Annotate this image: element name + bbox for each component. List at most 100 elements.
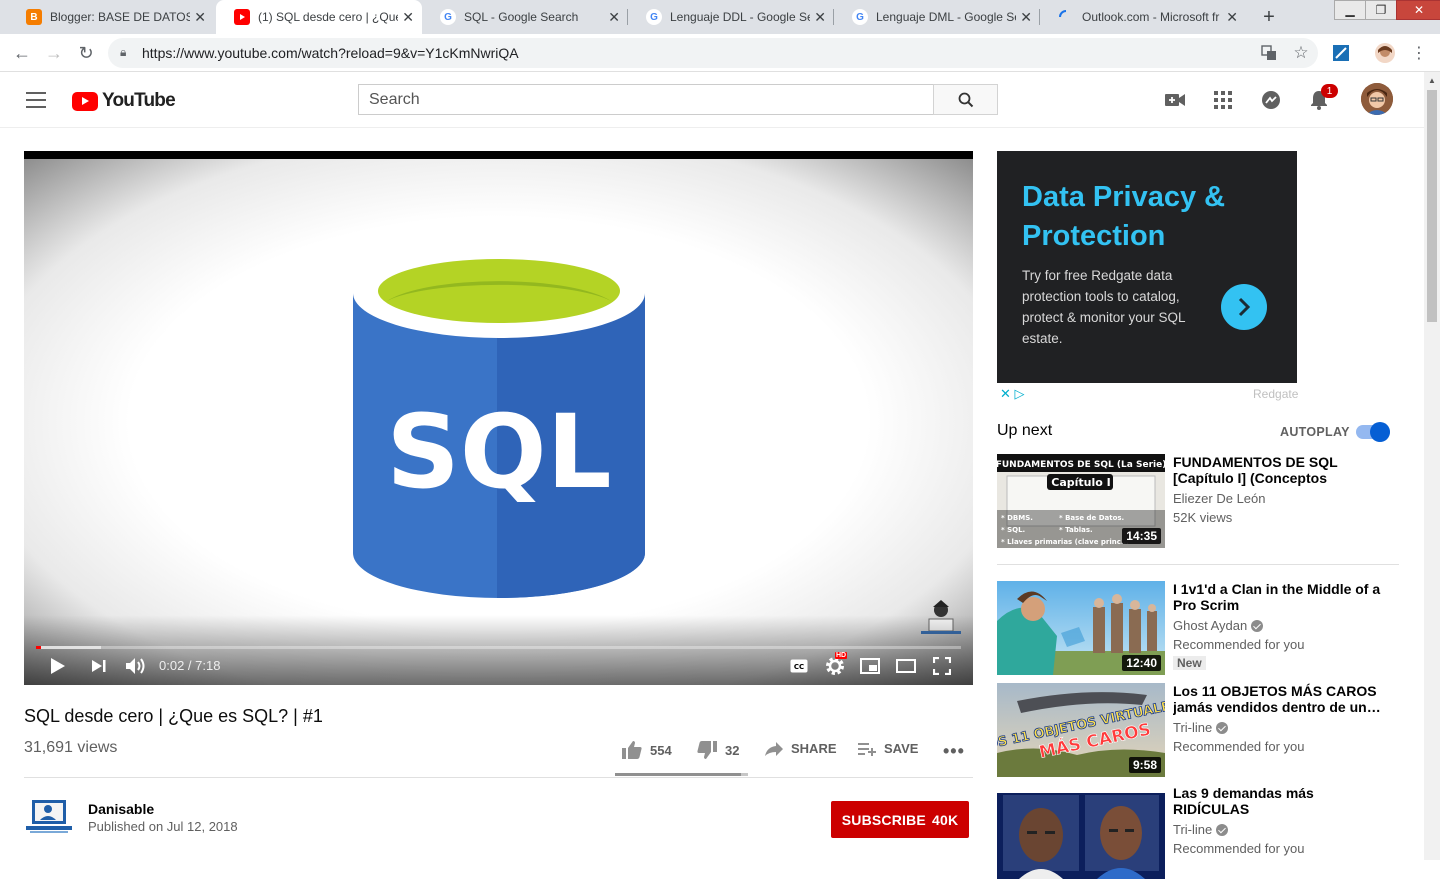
channel-avatar[interactable] (26, 798, 72, 836)
address-bar[interactable]: 🔒︎ https://www.youtube.com/watch?reload=… (108, 38, 1318, 68)
theater-mode-button[interactable] (896, 655, 916, 677)
account-avatar[interactable] (1361, 83, 1393, 115)
recommended-video[interactable]: 12:40 I 1v1'd a Clan in the Middle of a … (997, 581, 1399, 675)
play-button[interactable] (50, 655, 66, 677)
video-title[interactable]: Los 11 OBJETOS MÁS CAROS jamás vendidos … (1173, 683, 1383, 715)
tab-outlook[interactable]: Outlook.com - Microsoft fr ✕ (1040, 0, 1246, 34)
hd-badge-icon: HD (835, 652, 848, 659)
thumb-text: * DBMS. (1001, 514, 1033, 522)
video-thumbnail[interactable]: LOS 11 OBJETOS VIRTUALES MÁS CAROS 9:58 (997, 683, 1165, 777)
tab-blogger[interactable]: B Blogger: BASE DE DATOS - ✕ (8, 0, 214, 34)
restore-window-button[interactable]: ❐ (1365, 0, 1397, 20)
subtitles-button[interactable]: CC (790, 655, 808, 677)
next-video-button[interactable] (91, 655, 107, 677)
scrollbar-thumb[interactable] (1427, 90, 1437, 322)
close-tab-icon[interactable]: ✕ (402, 9, 414, 26)
minimize-window-button[interactable]: ▁ (1334, 0, 1366, 20)
play-icon (51, 658, 65, 674)
view-count: 31,691 views (24, 739, 118, 756)
close-window-button[interactable]: ✕ (1396, 0, 1440, 20)
ad-headline: Data Privacy & Protection (1022, 181, 1226, 252)
youtube-logo[interactable]: YouTube (72, 90, 176, 112)
subscribe-button[interactable]: SUBSCRIBE 40K (831, 801, 969, 838)
toggle-knob (1370, 422, 1390, 442)
extension-icon[interactable] (1330, 42, 1352, 64)
new-tab-button[interactable]: + (1255, 5, 1283, 29)
tab-ddl-search[interactable]: G Lenguaje DDL - Google Se ✕ (628, 0, 834, 34)
sidebar-ad[interactable]: Data Privacy & Protection Try for free R… (997, 151, 1297, 383)
channel-name[interactable]: Danisable (88, 801, 154, 817)
tab-title: Outlook.com - Microsoft fr (1082, 10, 1220, 24)
settings-button[interactable]: HD (825, 652, 848, 677)
verified-check-icon (1216, 721, 1229, 734)
up-next-video[interactable]: FUNDAMENTOS DE SQL (La Serie) Capítulo I… (997, 454, 1399, 548)
mute-button[interactable] (125, 655, 147, 677)
close-tab-icon[interactable]: ✕ (1226, 9, 1238, 26)
divider (997, 564, 1399, 565)
google-icon: G (852, 9, 868, 25)
translate-icon[interactable] (1258, 42, 1280, 64)
search-button[interactable] (933, 84, 998, 115)
like-button[interactable]: 554 (622, 741, 672, 759)
close-tab-icon[interactable]: ✕ (814, 9, 826, 26)
tab-dml-search[interactable]: G Lenguaje DML - Google Se ✕ (834, 0, 1040, 34)
share-button[interactable]: SHARE (765, 741, 837, 756)
video-channel: Eliezer De León (1173, 491, 1266, 506)
create-video-icon[interactable] (1163, 88, 1187, 112)
video-title[interactable]: I 1v1'd a Clan in the Middle of a Pro Sc… (1173, 581, 1383, 613)
channel-name: Ghost Aydan (1173, 618, 1248, 633)
more-actions-icon[interactable]: ••• (943, 741, 965, 762)
close-tab-icon[interactable]: ✕ (1020, 9, 1032, 26)
outlook-loading-icon (1058, 9, 1074, 25)
fullscreen-button[interactable] (933, 655, 951, 677)
theater-mode-icon (896, 659, 916, 673)
messages-icon[interactable] (1259, 88, 1283, 112)
reload-icon[interactable]: ↻ (74, 42, 98, 64)
tab-sql-search[interactable]: G SQL - Google Search ✕ (422, 0, 628, 34)
svg-text:CC: CC (794, 663, 804, 671)
video-thumbnail[interactable]: 12:40 (997, 581, 1165, 675)
played-bar (36, 646, 41, 649)
youtube-wordmark: YouTube (102, 90, 176, 111)
skip-next-icon (92, 660, 106, 672)
close-tab-icon[interactable]: ✕ (608, 9, 620, 26)
save-button[interactable]: SAVE (858, 741, 918, 756)
channel-name: Tri-line (1173, 720, 1213, 735)
channel-name: Eliezer De León (1173, 491, 1266, 506)
time-display: 0:02 / 7:18 (159, 658, 221, 673)
close-tab-icon[interactable]: ✕ (194, 9, 206, 26)
miniplayer-button[interactable] (860, 655, 880, 677)
video-thumbnail[interactable]: FUNDAMENTOS DE SQL (La Serie) Capítulo I… (997, 454, 1165, 548)
google-icon: G (646, 9, 662, 25)
youtube-masthead: YouTube Search (0, 72, 1424, 128)
thumb-text: * SQL. (1001, 526, 1025, 534)
video-thumbnail[interactable] (997, 785, 1165, 879)
closed-captions-icon: CC (790, 659, 808, 673)
autoplay-toggle[interactable] (1356, 422, 1390, 442)
scroll-up-arrow-icon[interactable]: ▲ (1424, 72, 1440, 88)
search-icon (958, 92, 973, 107)
thumb-text: * Tablas. (1059, 526, 1093, 534)
new-badge: New (1173, 656, 1206, 670)
guide-menu-icon[interactable] (26, 92, 46, 108)
forward-arrow-icon[interactable]: → (42, 42, 66, 64)
bookmark-star-icon[interactable]: ☆ (1290, 42, 1312, 64)
progress-bar[interactable] (36, 646, 961, 649)
recommended-video[interactable]: Las 9 demandas más RIDÍCULAS Tri-line Re… (997, 785, 1399, 879)
like-dislike-sentiment-bar (615, 773, 748, 776)
profile-avatar-icon[interactable] (1374, 42, 1396, 64)
tab-youtube-active[interactable]: (1) SQL desde cero | ¿Que e ✕ (216, 0, 422, 34)
sql-database-logo: SQL (353, 248, 645, 599)
video-duration: 12:40 (1122, 655, 1161, 671)
adchoices-icon[interactable]: ✕ ▷ (1000, 386, 1025, 402)
apps-grid-icon[interactable] (1211, 88, 1235, 112)
search-input[interactable]: Search (358, 84, 934, 115)
dislike-button[interactable]: 32 (697, 741, 739, 759)
ad-go-button[interactable] (1221, 284, 1267, 330)
video-player[interactable]: SQL 0:02 / 7:18 CC HD (24, 151, 973, 685)
recommended-video[interactable]: LOS 11 OBJETOS VIRTUALES MÁS CAROS 9:58 … (997, 683, 1399, 777)
back-arrow-icon[interactable]: ← (10, 42, 34, 64)
video-title[interactable]: FUNDAMENTOS DE SQL [Capítulo I] (Concept… (1173, 454, 1383, 486)
browser-menu-icon[interactable]: ⋮ (1408, 42, 1430, 64)
video-title[interactable]: Las 9 demandas más RIDÍCULAS (1173, 785, 1383, 817)
